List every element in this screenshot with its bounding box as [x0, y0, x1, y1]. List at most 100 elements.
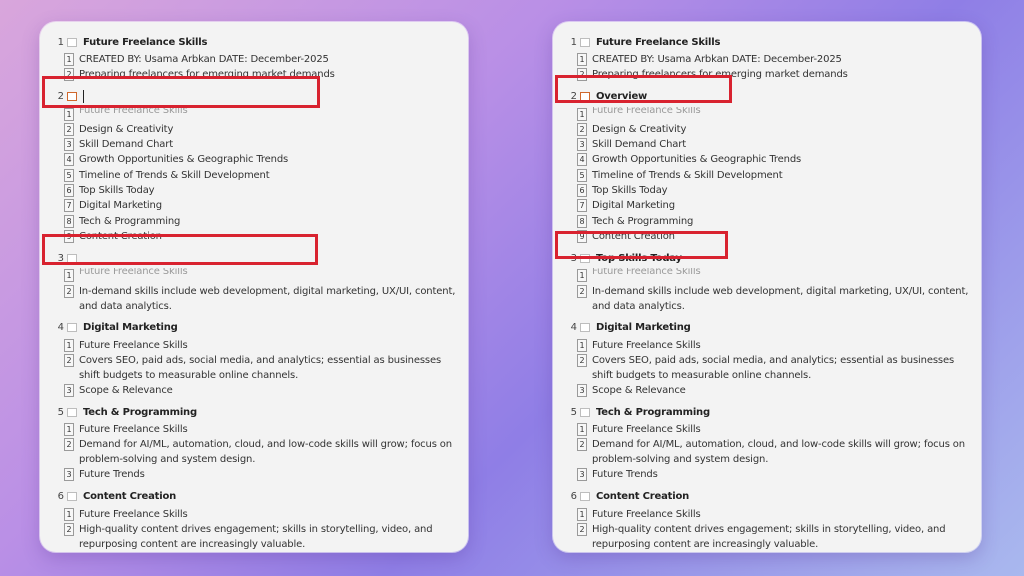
slide-thumbnail-icon[interactable]	[67, 37, 77, 47]
subitem-text[interactable]: Future Freelance Skills	[79, 507, 188, 522]
subitem-text[interactable]: Future Freelance Skills	[592, 338, 701, 353]
outline-subitem[interactable]: 2 In-demand skills include web developmen…	[64, 284, 462, 314]
outline-subitem[interactable]: 2 Demand for AI/ML, automation, cloud, an…	[577, 437, 975, 467]
slide-header-row[interactable]: 6 Content Creation	[50, 487, 462, 507]
outline-slide[interactable]: 6 Content Creation 1 Future Freelance Skill…	[50, 487, 462, 552]
subitem-text[interactable]: Scope & Relevance	[79, 383, 173, 398]
outline-subitem[interactable]: 2 Demand for AI/ML, automation, cloud, an…	[64, 437, 462, 467]
outline-slide[interactable]: 5 Tech & Programming 1 Future Freelance Ski…	[563, 402, 975, 483]
subitem-text[interactable]: Tech & Programming	[592, 214, 693, 229]
subitem-text[interactable]: Digital Marketing	[592, 198, 675, 213]
outline-slide[interactable]: 5 Tech & Programming 1 Future Freelance Ski…	[50, 402, 462, 483]
outline-slide[interactable]: 1 Future Freelance Skills 1 CREATED BY: Usa…	[50, 32, 462, 83]
outline-subitem[interactable]: 2 Design & Creativity	[577, 122, 975, 137]
subitem-text[interactable]: Covers SEO, paid ads, social media, and …	[79, 353, 462, 383]
outline-subitem[interactable]: 2 Covers SEO, paid ads, social media, and…	[577, 353, 975, 383]
outline-subitem[interactable]: 4 Growth Opportunities & Geographic Trend…	[64, 152, 462, 167]
slide-header-row[interactable]: 5 Tech & Programming	[563, 402, 975, 422]
slide-thumbnail-icon[interactable]	[580, 37, 590, 47]
subitem-text[interactable]: Covers SEO, paid ads, social media, and …	[592, 353, 975, 383]
slide-title[interactable]: Tech & Programming	[83, 407, 197, 418]
subitem-text[interactable]: Future Freelance Skills	[79, 338, 188, 353]
outline-subitem[interactable]: 2 High-quality content drives engagement;…	[64, 522, 462, 552]
subitem-text[interactable]: Growth Opportunities & Geographic Trends	[79, 152, 288, 167]
subitem-text[interactable]: Tech & Programming	[79, 214, 180, 229]
outline-subitem[interactable]: 3 Skill Demand Chart	[64, 137, 462, 152]
outline-slide[interactable]: 4 Digital Marketing 1 Future Freelance Skil…	[50, 318, 462, 399]
slide-header-row[interactable]: 5 Tech & Programming	[50, 402, 462, 422]
outline-subitem[interactable]: 1 Future Freelance Skills	[577, 507, 975, 522]
subitem-text[interactable]: In-demand skills include web development…	[79, 284, 462, 314]
slide-thumbnail-icon[interactable]	[580, 492, 590, 502]
subitem-text[interactable]: Top Skills Today	[79, 183, 155, 198]
outline-subitem[interactable]: 8 Tech & Programming	[577, 214, 975, 229]
outline-subitem[interactable]: 2 In-demand skills include web developmen…	[577, 284, 975, 314]
outline-subitem[interactable]: 1 Future Freelance Skills	[64, 338, 462, 353]
outline-subitem[interactable]: 1 Future Freelance Skills	[64, 507, 462, 522]
slide-header-row[interactable]: 1 Future Freelance Skills	[50, 32, 462, 52]
outline-subitem[interactable]: 8 Tech & Programming	[64, 214, 462, 229]
subitem-text[interactable]: Timeline of Trends & Skill Development	[592, 168, 783, 183]
slide-header-row[interactable]: 6 Content Creation	[563, 487, 975, 507]
slide-title[interactable]: Future Freelance Skills	[596, 37, 720, 48]
slide-thumbnail-icon[interactable]	[67, 323, 77, 333]
subitem-text[interactable]: Future Freelance Skills	[79, 422, 188, 437]
subitem-text[interactable]: Future Trends	[592, 467, 658, 482]
outline-subitem[interactable]: 1 Future Freelance Skills	[577, 338, 975, 353]
slide-title[interactable]: Content Creation	[596, 491, 689, 502]
slide-thumbnail-icon[interactable]	[67, 492, 77, 502]
outline-subitem[interactable]: 7 Digital Marketing	[64, 198, 462, 213]
outline-subitem[interactable]: 1 Future Freelance Skills	[64, 107, 462, 122]
outline-subitem[interactable]: 3 Skill Demand Chart	[577, 137, 975, 152]
subitem-text[interactable]: CREATED BY: Usama Arbkan DATE: December-…	[592, 52, 842, 67]
outline-subitem[interactable]: 1 Future Freelance Skills	[577, 107, 975, 122]
outline-subitem[interactable]: 3 Scope & Relevance	[64, 383, 462, 398]
outline-subitem[interactable]: 7 Digital Marketing	[577, 198, 975, 213]
outline-subitem[interactable]: 1 Future Freelance Skills	[577, 422, 975, 437]
outline-subitem[interactable]: 3 Future Trends	[577, 467, 975, 482]
outline-slide[interactable]: 2 Overview 1 Future Freelance Skills 2 Design…	[563, 87, 975, 245]
slide-thumbnail-icon[interactable]	[580, 407, 590, 417]
outline-subitem[interactable]: 4 Growth Opportunities & Geographic Trend…	[577, 152, 975, 167]
subitem-text[interactable]: Top Skills Today	[592, 183, 668, 198]
subitem-text[interactable]: Future Freelance Skills	[79, 268, 188, 276]
outline-subitem[interactable]: 2 Design & Creativity	[64, 122, 462, 137]
subitem-text[interactable]: Digital Marketing	[79, 198, 162, 213]
slide-title[interactable]: Digital Marketing	[596, 322, 691, 333]
subitem-text[interactable]: Skill Demand Chart	[79, 137, 173, 152]
outline-subitem[interactable]: 1 CREATED BY: Usama Arbkan DATE: December…	[64, 52, 462, 67]
outline-subitem[interactable]: 1 Future Freelance Skills	[577, 268, 975, 283]
subitem-text[interactable]: Skill Demand Chart	[592, 137, 686, 152]
outline-slide[interactable]: 4 Digital Marketing 1 Future Freelance Skil…	[563, 318, 975, 399]
outline-subitem[interactable]: 2 High-quality content drives engagement;…	[577, 522, 975, 552]
slide-title[interactable]: Future Freelance Skills	[83, 37, 207, 48]
slide-thumbnail-icon[interactable]	[580, 323, 590, 333]
outline-slide[interactable]: 2 1 Future Freelance Skills 2 Design & Creat…	[50, 87, 462, 245]
slide-header-row[interactable]: 4 Digital Marketing	[563, 318, 975, 338]
outline-slide[interactable]: 6 Content Creation 1 Future Freelance Skill…	[563, 487, 975, 552]
slide-title[interactable]: Digital Marketing	[83, 322, 178, 333]
slide-title[interactable]: Content Creation	[83, 491, 176, 502]
subitem-text[interactable]: Future Freelance Skills	[592, 107, 701, 115]
outline-subitem[interactable]: 3 Future Trends	[64, 467, 462, 482]
outline-subitem[interactable]: 1 Future Freelance Skills	[64, 422, 462, 437]
subitem-text[interactable]: Future Freelance Skills	[592, 507, 701, 522]
slide-header-row[interactable]: 1 Future Freelance Skills	[563, 32, 975, 52]
outline-subitem[interactable]: 6 Top Skills Today	[577, 183, 975, 198]
outline-subitem[interactable]: 6 Top Skills Today	[64, 183, 462, 198]
outline-subitem[interactable]: 1 Future Freelance Skills	[64, 268, 462, 283]
subitem-text[interactable]: Design & Creativity	[79, 122, 173, 137]
subitem-text[interactable]: Future Trends	[79, 467, 145, 482]
subitem-text[interactable]: Future Freelance Skills	[592, 268, 701, 276]
outline-subitem[interactable]: 3 Scope & Relevance	[577, 383, 975, 398]
slide-header-row[interactable]: 4 Digital Marketing	[50, 318, 462, 338]
subitem-text[interactable]: Design & Creativity	[592, 122, 686, 137]
subitem-text[interactable]: In-demand skills include web development…	[592, 284, 975, 314]
subitem-text[interactable]: Demand for AI/ML, automation, cloud, and…	[592, 437, 975, 467]
outline-subitem[interactable]: 5 Timeline of Trends & Skill Development	[64, 168, 462, 183]
subitem-text[interactable]: High-quality content drives engagement; …	[79, 522, 462, 552]
slide-thumbnail-icon[interactable]	[67, 407, 77, 417]
outline-subitem[interactable]: 2 Covers SEO, paid ads, social media, and…	[64, 353, 462, 383]
subitem-text[interactable]: Timeline of Trends & Skill Development	[79, 168, 270, 183]
subitem-text[interactable]: High-quality content drives engagement; …	[592, 522, 975, 552]
